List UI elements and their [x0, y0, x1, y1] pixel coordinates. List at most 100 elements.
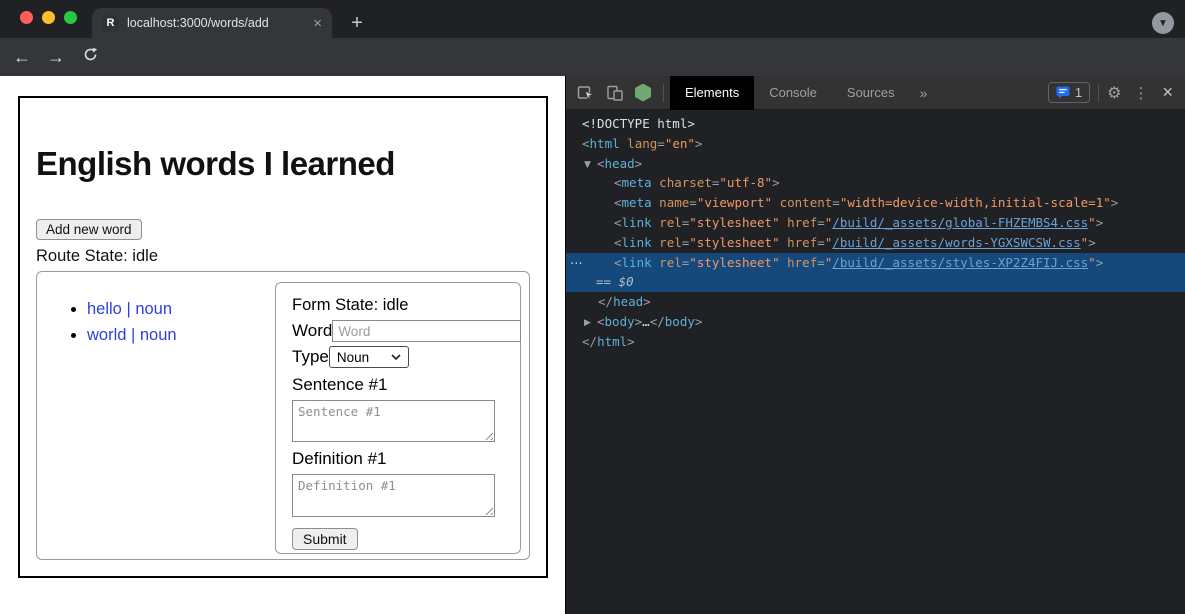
word-link[interactable]: hello | noun — [87, 300, 172, 318]
code-token: html — [597, 334, 627, 349]
forward-button[interactable]: → — [44, 45, 68, 69]
code-token: > — [1096, 255, 1104, 270]
code-token: > — [1111, 195, 1119, 210]
issues-chat-icon — [1056, 86, 1070, 99]
code-token: "viewport" — [697, 195, 772, 210]
more-tabs-icon[interactable]: » — [910, 85, 938, 101]
sentence-label: Sentence #1 — [292, 375, 504, 395]
code-token: <!DOCTYPE html> — [582, 116, 695, 131]
code-token: head — [613, 294, 643, 309]
code-line[interactable]: ▼<head> — [566, 154, 1185, 174]
device-toolbar-icon[interactable] — [606, 84, 624, 102]
close-window-button[interactable] — [20, 11, 33, 24]
devtools-tab-elements[interactable]: Elements — [670, 76, 754, 110]
code-line[interactable]: <!DOCTYPE html> — [566, 114, 1185, 134]
browser-tab[interactable]: R localhost:3000/words/add × — [92, 8, 332, 38]
code-token: body — [605, 314, 635, 329]
code-token: link — [622, 215, 652, 230]
code-token: link — [622, 235, 652, 250]
code-token: = — [817, 235, 825, 250]
code-token: " — [1088, 215, 1096, 230]
code-line[interactable]: == $0 — [566, 272, 1185, 292]
tab-search-button[interactable]: ▼ — [1152, 12, 1174, 34]
definition-label: Definition #1 — [292, 449, 504, 469]
code-token: html — [590, 136, 620, 151]
definition-textarea[interactable] — [292, 474, 495, 517]
code-line[interactable]: <meta name="viewport" content="width=dev… — [566, 193, 1185, 213]
devtools-close-icon[interactable]: × — [1162, 82, 1173, 103]
word-link[interactable]: world | noun — [87, 326, 177, 344]
code-line[interactable]: </html> — [566, 332, 1185, 352]
back-button[interactable]: ← — [10, 45, 34, 69]
page-viewport: English words I learned Add new word Rou… — [0, 76, 565, 614]
word-input[interactable] — [332, 320, 521, 342]
add-new-word-button[interactable]: Add new word — [36, 219, 142, 240]
reload-button[interactable] — [78, 45, 102, 69]
page-title: English words I learned — [36, 145, 530, 183]
code-token: < — [614, 195, 622, 210]
code-token: > — [695, 136, 703, 151]
settings-gear-icon[interactable]: ⚙ — [1107, 83, 1121, 102]
minimize-window-button[interactable] — [42, 11, 55, 24]
code-line[interactable]: <link rel="stylesheet" href="/build/_ass… — [566, 233, 1185, 253]
code-token: < — [582, 136, 590, 151]
tab-close-icon[interactable]: × — [313, 15, 322, 32]
code-token: < — [614, 175, 622, 190]
chevron-down-icon — [391, 354, 401, 360]
code-token: </ — [650, 314, 665, 329]
code-token: < — [614, 235, 622, 250]
code-token: body — [665, 314, 695, 329]
devtools-panel: ElementsConsoleSources» 1 ⚙ ⋮ × <!DOCTYP… — [565, 76, 1185, 614]
code-token: = — [657, 136, 665, 151]
words-panel: hello | nounworld | noun Form State: idl… — [36, 271, 530, 560]
devtools-tab-sources[interactable]: Sources — [832, 76, 910, 110]
code-line[interactable]: <meta charset="utf-8"> — [566, 173, 1185, 193]
code-token — [780, 215, 788, 230]
code-token: href — [787, 235, 817, 250]
code-token: /build/_assets/global-FHZEMBS4.css — [832, 215, 1088, 230]
zoom-window-button[interactable] — [64, 11, 77, 24]
code-token: < — [597, 156, 605, 171]
submit-button[interactable]: Submit — [292, 528, 358, 550]
code-line[interactable]: <link rel="stylesheet" href="/build/_ass… — [566, 213, 1185, 233]
code-line[interactable]: <html lang="en"> — [566, 134, 1185, 154]
code-token: "en" — [665, 136, 695, 151]
selected-line-gutter-dots[interactable]: ⋯ — [570, 253, 584, 273]
code-token: < — [597, 314, 605, 329]
tab-title: localhost:3000/words/add — [127, 16, 307, 30]
code-token: = — [832, 195, 840, 210]
code-token: head — [605, 156, 635, 171]
code-token: /build/_assets/styles-XP2Z4FIJ.css — [832, 255, 1088, 270]
toolbar-divider — [1098, 84, 1099, 102]
devtools-toolbar: ElementsConsoleSources» 1 ⚙ ⋮ × — [566, 76, 1185, 110]
sentence-textarea[interactable] — [292, 400, 495, 442]
elements-tree: <!DOCTYPE html><html lang="en">▼<head><m… — [566, 110, 1185, 352]
new-tab-button[interactable]: + — [344, 10, 370, 36]
code-token: "stylesheet" — [689, 215, 779, 230]
code-token: = — [817, 215, 825, 230]
extension-hexagon-icon[interactable] — [635, 84, 651, 102]
code-line[interactable]: </head> — [566, 292, 1185, 312]
devtools-menu-icon[interactable]: ⋮ — [1133, 84, 1148, 102]
issues-badge[interactable]: 1 — [1048, 82, 1090, 103]
route-state-text: Route State: idle — [36, 247, 530, 266]
code-token: rel — [659, 215, 682, 230]
code-token: … — [642, 314, 650, 329]
code-token: > — [635, 156, 643, 171]
app-container: English words I learned Add new word Rou… — [18, 96, 548, 578]
inspect-element-icon[interactable] — [577, 84, 595, 102]
code-token: == $0 — [596, 274, 634, 289]
code-token: rel — [659, 235, 682, 250]
devtools-tab-console[interactable]: Console — [754, 76, 832, 110]
code-token: < — [614, 255, 622, 270]
type-select[interactable]: Noun — [329, 346, 409, 368]
code-token — [772, 195, 780, 210]
type-select-value: Noun — [337, 350, 369, 365]
code-token: " — [1088, 255, 1096, 270]
code-token: lang — [627, 136, 657, 151]
code-token: = — [817, 255, 825, 270]
code-line[interactable]: ⋯<link rel="stylesheet" href="/build/_as… — [566, 253, 1185, 273]
code-line[interactable]: ▶<body>…</body> — [566, 312, 1185, 332]
code-token: > — [643, 294, 651, 309]
code-token: href — [787, 215, 817, 230]
